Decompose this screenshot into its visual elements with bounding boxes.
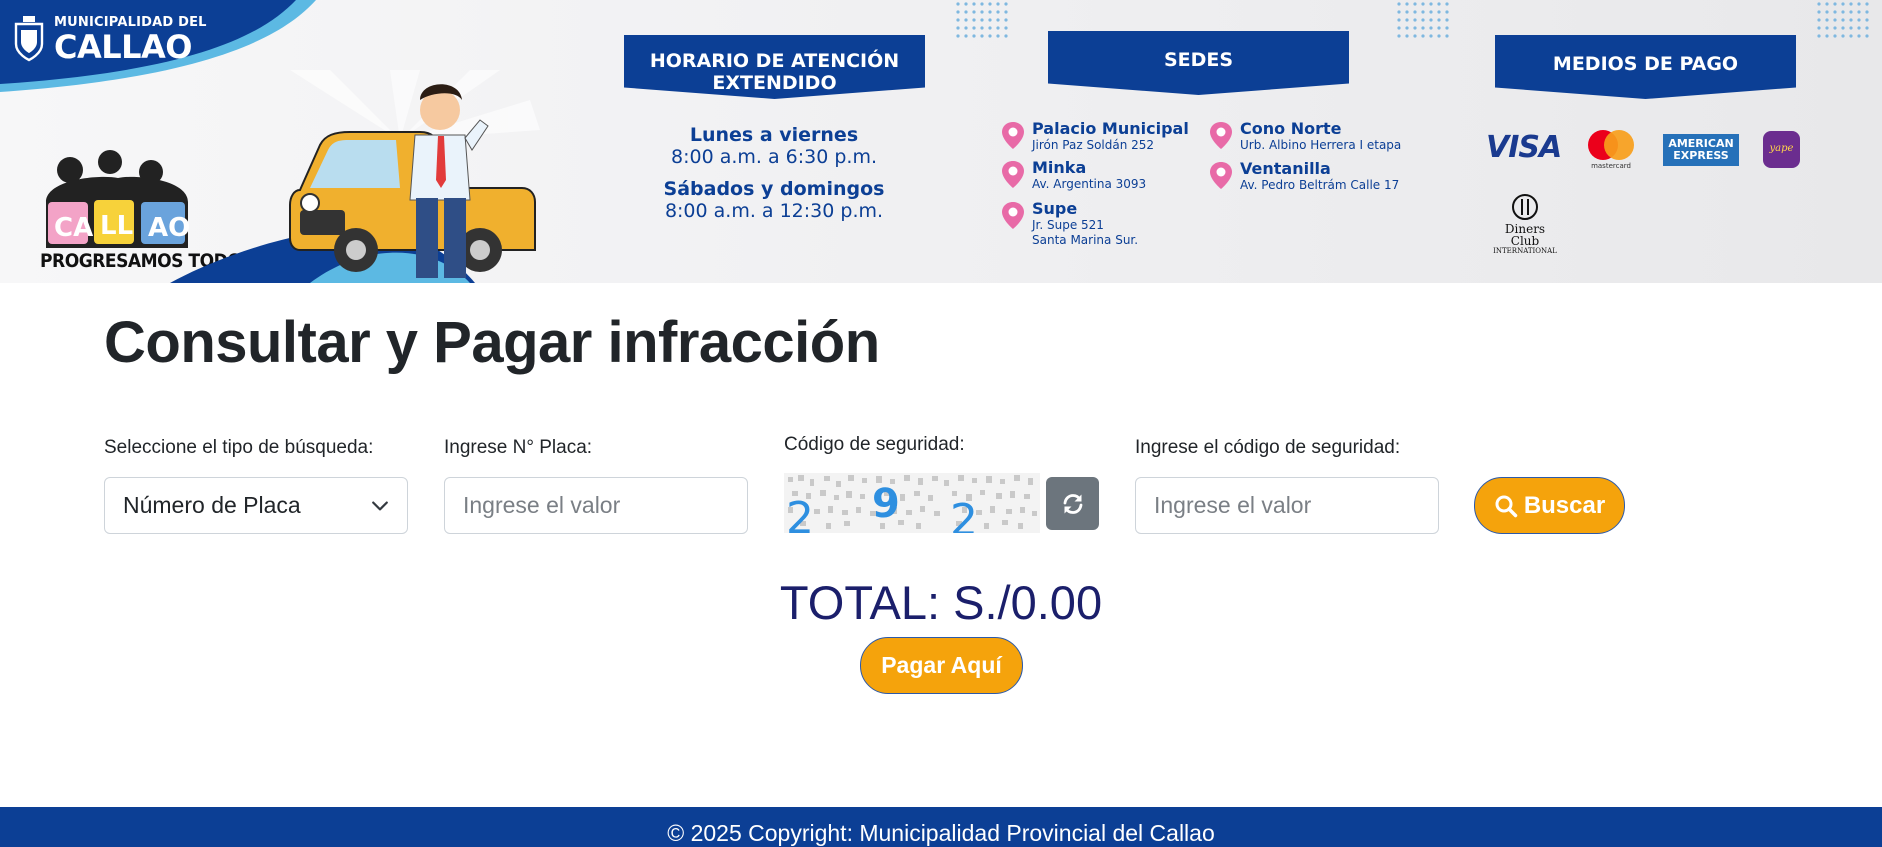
captcha-char-2: 9 <box>872 481 900 527</box>
sede-address: Urb. Albino Herrera I etapa <box>1240 138 1402 152</box>
search-type-select[interactable]: Número de Placa <box>104 477 408 534</box>
footer: © 2025 Copyright: Municipalidad Provinci… <box>0 807 1882 847</box>
slogan-letters-2: LL <box>100 211 133 241</box>
municipal-seal-icon <box>14 16 44 62</box>
refresh-icon <box>1063 493 1082 514</box>
search-button-label: Buscar <box>1523 491 1606 519</box>
dot-pattern-decoration <box>1817 2 1869 38</box>
map-pin-icon <box>1002 161 1024 188</box>
captcha-label: Código de seguridad: <box>784 434 965 455</box>
search-type-label: Seleccione el tipo de búsqueda: <box>104 437 374 458</box>
chevron-down-icon <box>372 501 388 510</box>
refresh-captcha-button[interactable] <box>1046 477 1099 530</box>
page-title: Consultar y Pagar infracción <box>104 310 880 375</box>
captcha-image: 2 9 2 <box>784 473 1040 533</box>
horario-section: Lunes a viernes 8:00 a.m. a 6:30 p.m. Sá… <box>624 124 924 232</box>
sede-name: Palacio Municipal <box>1032 119 1189 138</box>
weekend-hours: 8:00 a.m. a 12:30 p.m. <box>664 200 884 222</box>
total-amount: TOTAL: S./0.00 <box>779 576 1103 629</box>
sede-item-palacio-municipal: Palacio Municipal Jirón Paz Soldán 252 <box>1000 120 1189 153</box>
weekend-label: Sábados y domingos <box>663 178 885 200</box>
diners-club-subtext: INTERNATIONAL <box>1493 247 1557 255</box>
medios-de-pago-heading: MEDIOS DE PAGO <box>1495 35 1796 99</box>
mastercard-logo-text: mastercard <box>1591 162 1631 170</box>
sede-address: Jr. Supe 521 <box>1032 218 1104 232</box>
municipality-logo[interactable]: MUNICIPALIDAD DEL CALLAO <box>54 16 207 63</box>
sede-item-supe: Supe Jr. Supe 521 Santa Marina Sur. <box>1000 200 1138 248</box>
sede-name: Ventanilla <box>1240 159 1331 178</box>
diners-club-icon <box>1512 194 1538 220</box>
search-button[interactable]: Buscar <box>1474 477 1625 534</box>
search-type-value: Número de Placa <box>123 492 301 518</box>
car-mascot-illustration <box>170 70 540 283</box>
map-pin-icon <box>1210 122 1232 149</box>
dot-pattern-decoration <box>1397 2 1449 38</box>
sede-name: Minka <box>1032 158 1087 177</box>
map-pin-icon <box>1002 122 1024 149</box>
header-banner: MUNICIPALIDAD DEL CALLAO CA LL AO PROGRE… <box>0 0 1882 283</box>
diners-club-text: Diners Club <box>1504 222 1546 248</box>
sede-item-cono-norte: Cono Norte Urb. Albino Herrera I etapa <box>1208 120 1401 153</box>
copyright-text: © 2025 Copyright: Municipalidad Provinci… <box>667 820 1215 846</box>
pay-button[interactable]: Pagar Aquí <box>860 637 1023 694</box>
weekday-hours: 8:00 a.m. a 6:30 p.m. <box>670 146 877 168</box>
sede-address-line2: Santa Marina Sur. <box>1032 233 1139 247</box>
diners-club-logo: Diners Club INTERNATIONAL <box>1490 193 1560 255</box>
sedes-heading: SEDES <box>1048 31 1349 95</box>
weekday-label: Lunes a viernes <box>689 124 859 146</box>
sede-item-minka: Minka Av. Argentina 3093 <box>1000 159 1146 192</box>
mastercard-logo: mastercard <box>1588 130 1634 170</box>
sede-item-ventanilla: Ventanilla Av. Pedro Beltrám Calle 17 <box>1208 160 1399 193</box>
horario-heading: HORARIO DE ATENCIÓN EXTENDIDO <box>624 35 925 99</box>
yape-logo: yape <box>1763 131 1800 168</box>
map-pin-icon <box>1002 202 1024 229</box>
american-express-logo: AMERICAN EXPRESS <box>1663 134 1739 166</box>
visa-logo: VISA <box>1486 130 1562 165</box>
map-pin-icon <box>1210 162 1232 189</box>
sede-address: Jirón Paz Soldán 252 <box>1032 138 1155 152</box>
search-icon <box>1495 495 1518 517</box>
dot-pattern-decoration <box>956 2 1008 38</box>
captcha-input[interactable] <box>1135 477 1439 534</box>
slogan-letters-1: CA <box>54 213 93 243</box>
captcha-input-label: Ingrese el código de seguridad: <box>1135 437 1401 458</box>
sede-name: Cono Norte <box>1240 119 1342 138</box>
sede-address: Av. Argentina 3093 <box>1032 177 1147 191</box>
captcha-char-1: 2 <box>786 493 814 533</box>
plate-input[interactable] <box>444 477 748 534</box>
sede-address: Av. Pedro Beltrám Calle 17 <box>1240 178 1400 192</box>
captcha-char-3: 2 <box>950 495 978 533</box>
plate-label: Ingrese N° Placa: <box>444 437 593 458</box>
sede-name: Supe <box>1032 199 1078 218</box>
logo-big-text: CALLAO <box>54 28 192 66</box>
